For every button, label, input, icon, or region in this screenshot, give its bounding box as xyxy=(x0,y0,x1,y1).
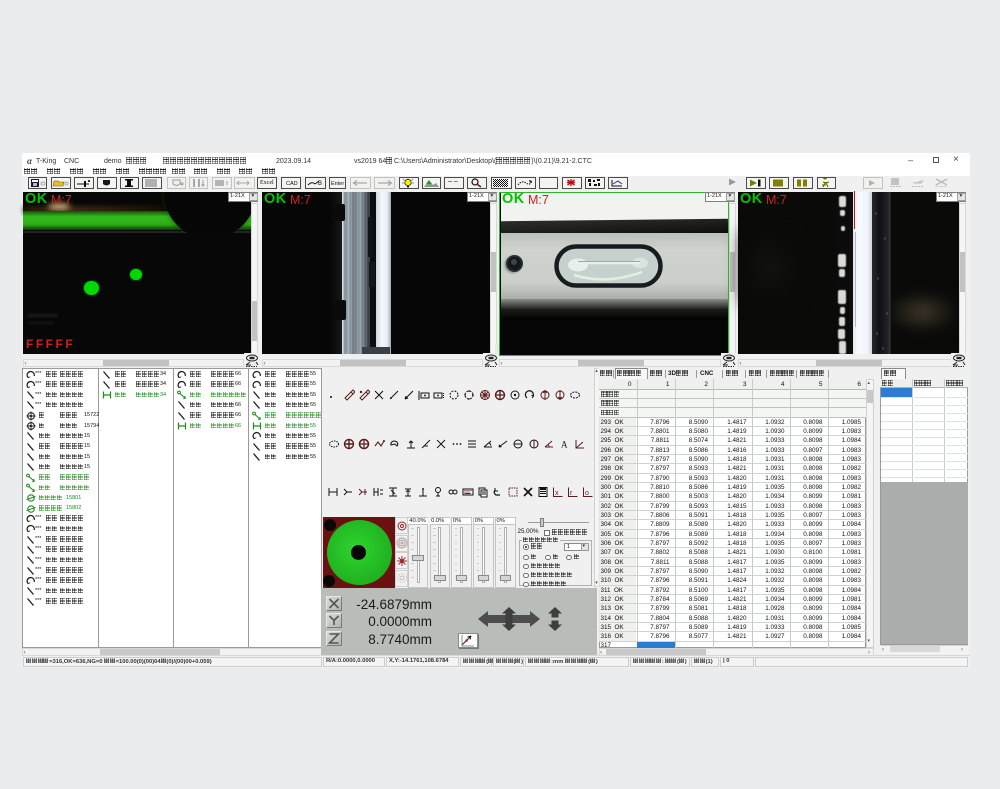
svg-text:o: o xyxy=(585,490,589,497)
svg-text:r: r xyxy=(570,490,573,497)
svg-text:x: x xyxy=(555,490,559,497)
svg-text:B: B xyxy=(318,181,322,187)
svg-text:A: A xyxy=(561,439,568,449)
